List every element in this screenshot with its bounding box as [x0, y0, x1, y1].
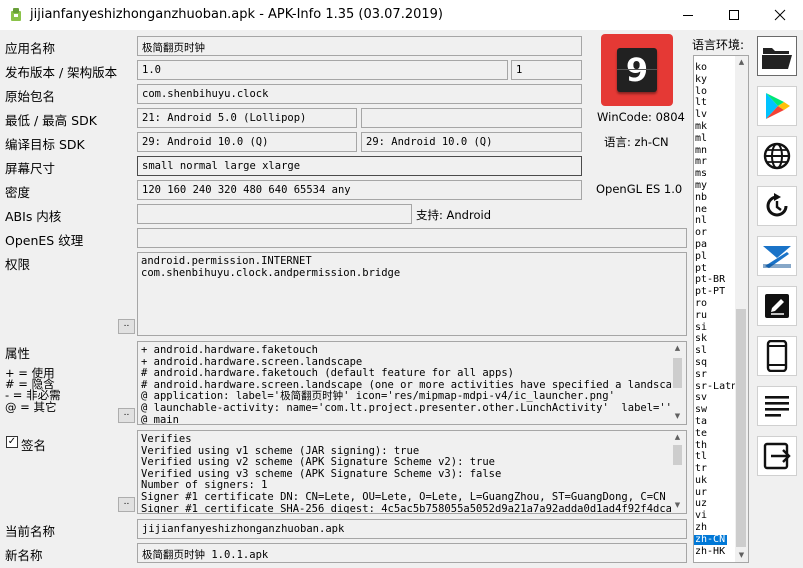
- scroll-thumb[interactable]: [673, 358, 682, 388]
- version-code-field[interactable]: 1: [511, 60, 582, 80]
- scroll-up-icon[interactable]: ▲: [735, 56, 748, 69]
- permissions-textarea[interactable]: android.permission.INTERNET com.shenbihu…: [137, 252, 687, 336]
- signature-scrollbar[interactable]: ▲ ▼: [671, 431, 686, 513]
- version-label: 发布版本 / 架构版本: [5, 65, 118, 80]
- minimize-button[interactable]: [665, 0, 711, 30]
- abis-label: ABIs 内核: [5, 209, 62, 224]
- app-icon-digit: 9: [625, 51, 649, 89]
- current-name-label: 当前名称: [5, 524, 56, 539]
- max-sdk-field[interactable]: [361, 108, 582, 128]
- opengl-textures-field[interactable]: [137, 228, 687, 248]
- device-button[interactable]: [757, 336, 797, 376]
- app-icon: 9: [601, 34, 673, 106]
- apkmirror-button[interactable]: [757, 236, 797, 276]
- wincode-label: WinCode: 0804: [597, 110, 685, 124]
- legend-other: @ = 其它: [5, 400, 57, 414]
- features-scrollbar[interactable]: ▲ ▼: [671, 342, 686, 424]
- language-label: 语言: zh-CN: [604, 135, 669, 149]
- exit-button[interactable]: [757, 436, 797, 476]
- scroll-up-icon[interactable]: ▲: [671, 342, 684, 355]
- apkmirror-icon: [763, 246, 791, 268]
- list-icon: [765, 396, 789, 417]
- globe-icon: [763, 142, 791, 170]
- rename-button[interactable]: [757, 286, 797, 326]
- edit-icon: [765, 294, 789, 318]
- title-bar: jijianfanyeshizhonganzhuoban.apk - APK-I…: [0, 0, 803, 30]
- maximize-icon: [729, 10, 739, 20]
- scroll-down-icon[interactable]: ▼: [671, 499, 684, 512]
- app-name-label: 应用名称: [5, 41, 56, 56]
- play-store-icon: [766, 93, 790, 119]
- new-name-label: 新名称: [5, 548, 43, 563]
- signature-checkbox[interactable]: ✓: [6, 436, 18, 448]
- app-title-icon: [11, 8, 21, 21]
- minimize-icon: [683, 15, 693, 16]
- phone-icon: [766, 340, 788, 372]
- screen-label: 屏幕尺寸: [5, 161, 56, 176]
- features-textarea[interactable]: + android.hardware.faketouch + android.h…: [137, 341, 687, 425]
- features-expand-button[interactable]: ..: [118, 408, 135, 423]
- target-sdk-field[interactable]: 29: Android 10.0 (Q): [137, 132, 357, 152]
- compile-sdk-field[interactable]: 29: Android 10.0 (Q): [361, 132, 582, 152]
- exit-icon: [763, 442, 791, 470]
- locales-scrollbar[interactable]: ▲ ▼: [735, 56, 748, 562]
- locale-item-label: zh-HK: [695, 545, 726, 557]
- screen-sizes-field[interactable]: small normal large xlarge: [137, 156, 582, 176]
- target-sdk-label: 编译目标 SDK: [5, 137, 85, 152]
- app-name-field[interactable]: 极简翻页时钟: [137, 36, 582, 56]
- check-update-button[interactable]: [757, 186, 797, 226]
- package-field[interactable]: com.shenbihuyu.clock: [137, 84, 582, 104]
- signature-label: 签名: [21, 438, 47, 453]
- play-store-button[interactable]: [757, 86, 797, 126]
- scroll-down-icon[interactable]: ▼: [671, 410, 684, 423]
- density-field[interactable]: 120 160 240 320 480 640 65534 any: [137, 180, 582, 200]
- apk-info-window: jijianfanyeshizhonganzhuoban.apk - APK-I…: [0, 0, 803, 568]
- refresh-icon: [766, 193, 788, 217]
- close-icon: [774, 9, 786, 21]
- scroll-thumb[interactable]: [673, 445, 682, 465]
- sdk-label: 最低 / 最高 SDK: [5, 113, 97, 128]
- details-button[interactable]: [757, 386, 797, 426]
- scroll-thumb[interactable]: [736, 309, 746, 547]
- maximize-button[interactable]: [711, 0, 757, 30]
- abis-field[interactable]: [137, 204, 412, 224]
- close-button[interactable]: [757, 0, 803, 30]
- support-label: 支持: Android: [416, 208, 491, 222]
- signature-expand-button[interactable]: ..: [118, 497, 135, 512]
- min-sdk-field[interactable]: 21: Android 5.0 (Lollipop): [137, 108, 357, 128]
- window-title: jijianfanyeshizhonganzhuoban.apk - APK-I…: [30, 7, 443, 22]
- package-label: 原始包名: [5, 89, 56, 104]
- opengl-label: OpenGL ES 1.0: [596, 182, 683, 196]
- features-label: 属性: [5, 346, 31, 361]
- current-name-field[interactable]: jijianfanyeshizhonganzhuoban.apk: [137, 519, 687, 539]
- opengl-textures-label: OpenES 纹理: [5, 233, 84, 248]
- permissions-label: 权限: [5, 257, 31, 272]
- permissions-expand-button[interactable]: ..: [118, 319, 135, 334]
- new-name-field[interactable]: 极简翻页时钟 1.0.1.apk: [137, 543, 687, 563]
- web-search-button[interactable]: [757, 136, 797, 176]
- scroll-down-icon[interactable]: ▼: [735, 549, 748, 562]
- folder-icon: [762, 48, 792, 69]
- scroll-up-icon[interactable]: ▲: [671, 431, 684, 444]
- locales-label: 语言环境:: [692, 38, 745, 52]
- signature-textarea[interactable]: Verifies Verified using v1 scheme (JAR s…: [137, 430, 687, 514]
- open-file-button[interactable]: [757, 36, 797, 76]
- density-label: 密度: [5, 185, 31, 200]
- checkmark-icon: ✓: [7, 436, 17, 447]
- version-name-field[interactable]: 1.0: [137, 60, 508, 80]
